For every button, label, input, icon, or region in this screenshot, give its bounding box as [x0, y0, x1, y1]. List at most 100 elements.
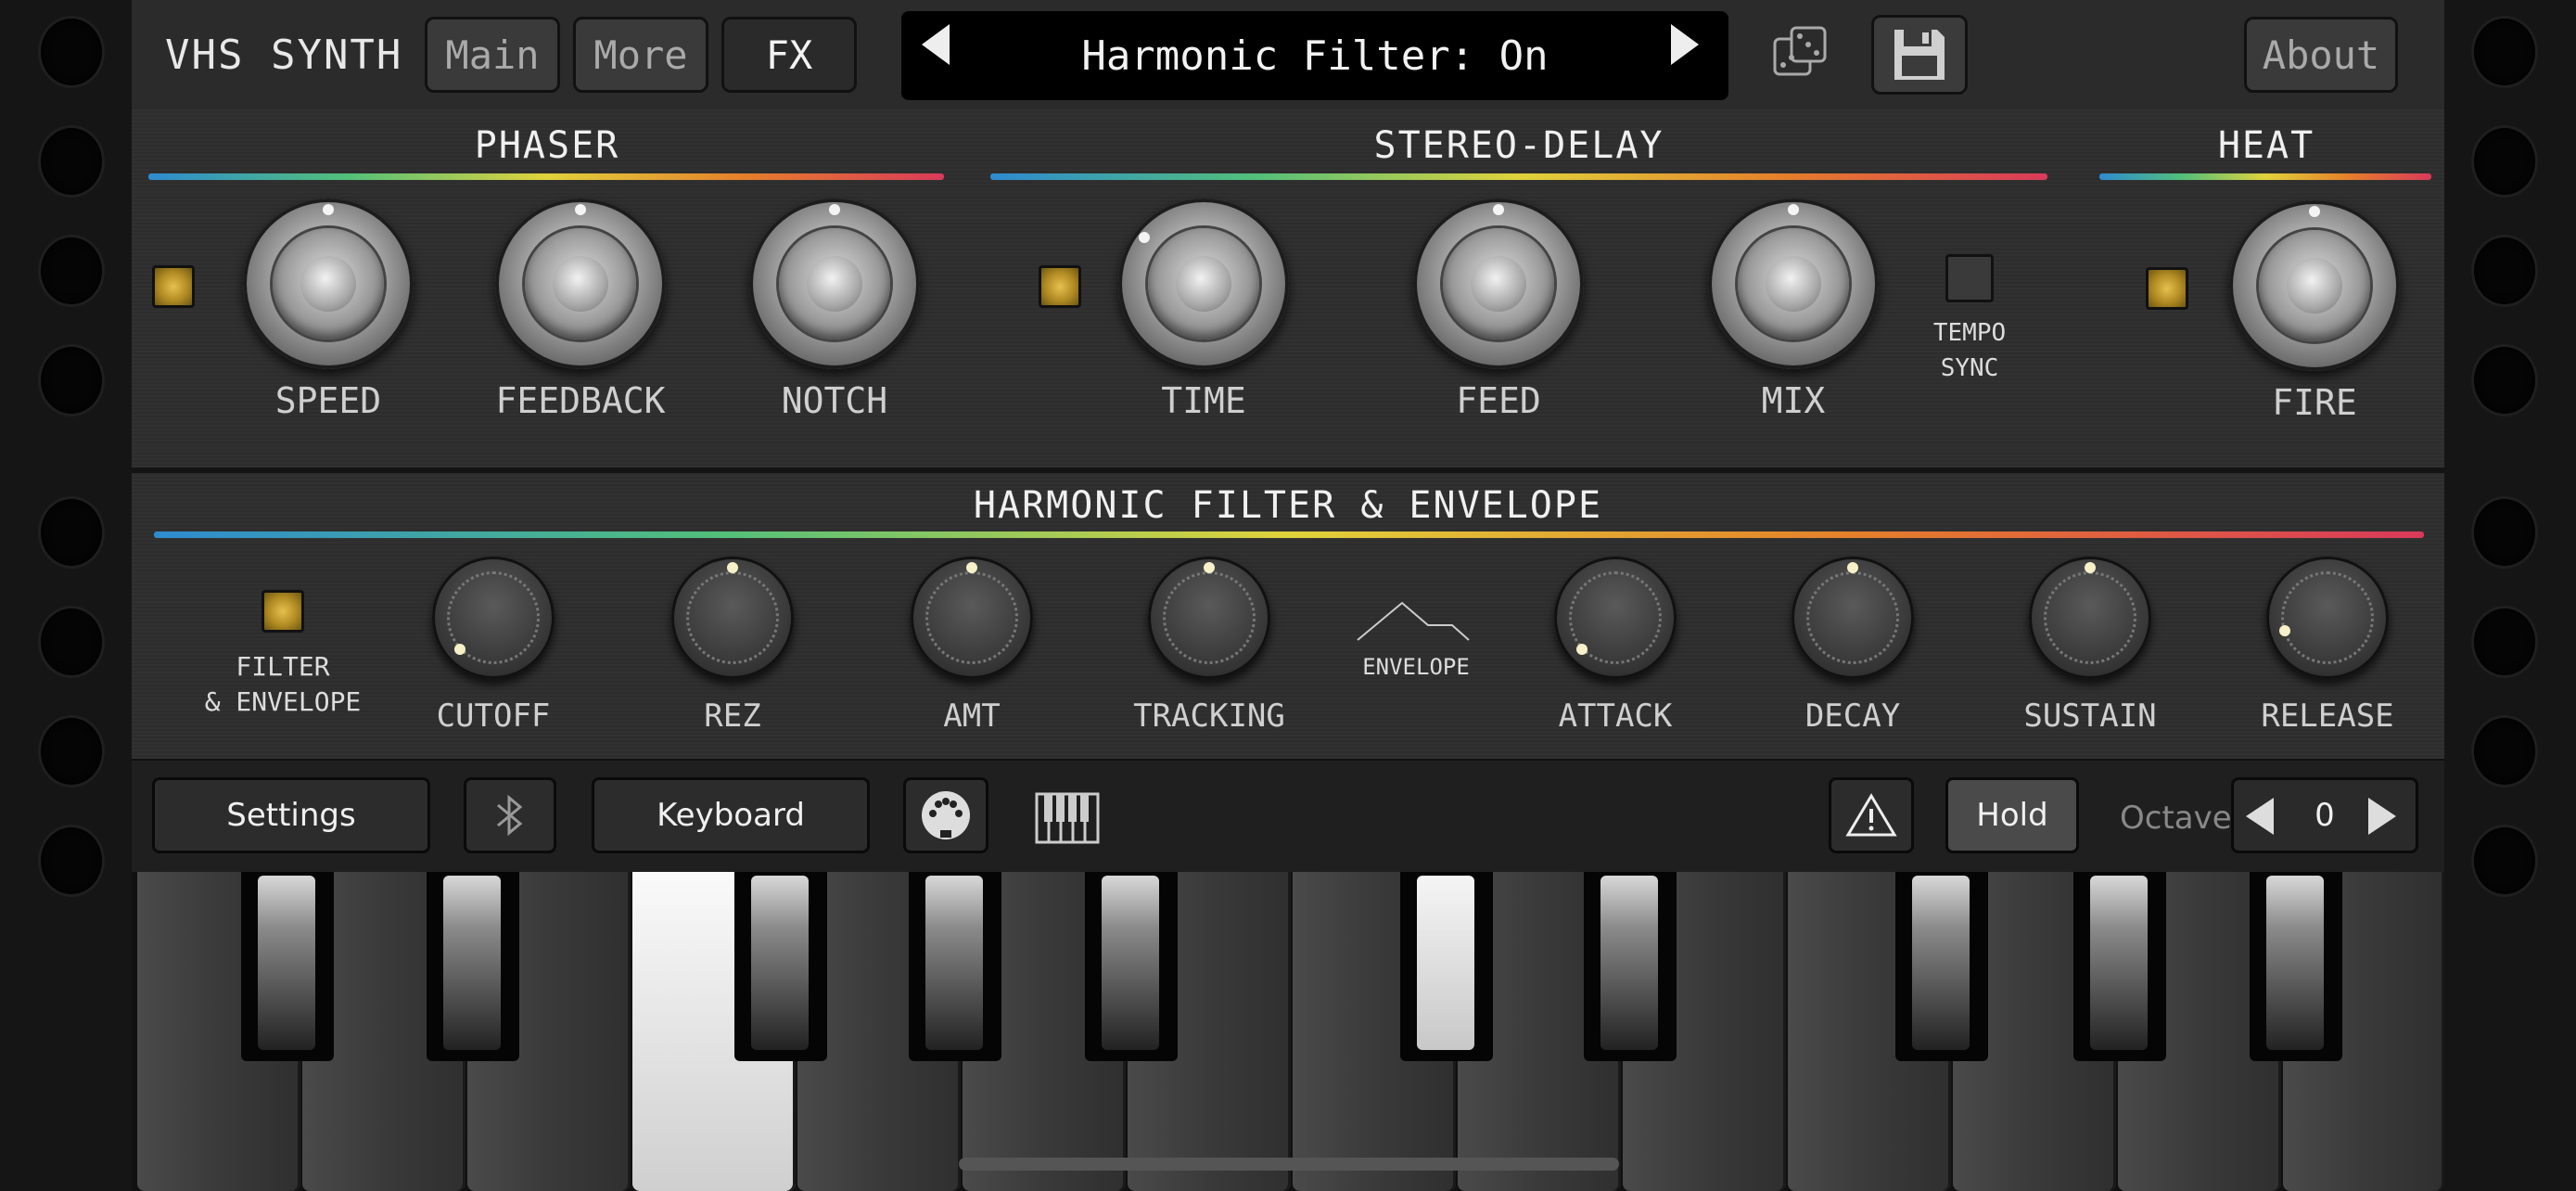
- cutoff-knob[interactable]: [432, 557, 555, 679]
- phaser-divider: [148, 173, 944, 180]
- stereo-delay-title: STEREO-DELAY: [1373, 124, 1664, 167]
- heat-fire-knob[interactable]: [2229, 200, 2400, 371]
- filter-envelope-toggle-label-line2: & ENVELOPE: [204, 686, 362, 717]
- rack-screw-hole: [2474, 827, 2535, 894]
- rack-screw-hole: [41, 347, 102, 414]
- tempo-sync-label-line2: SYNC: [1940, 354, 1999, 382]
- black-key[interactable]: [909, 872, 1001, 1061]
- phaser-notch-label: NOTCH: [781, 380, 888, 421]
- release-knob[interactable]: [2266, 557, 2389, 679]
- preset-prev-button[interactable]: [922, 24, 950, 74]
- rack-screw-hole: [2474, 347, 2535, 414]
- phaser-enable-toggle[interactable]: [152, 265, 195, 308]
- delay-mix-knob[interactable]: [1708, 198, 1879, 369]
- filter-envelope-toggle-label: FILTER & ENVELOPE: [187, 649, 378, 720]
- rez-knob[interactable]: [671, 557, 794, 679]
- rack-screw-hole: [41, 499, 102, 566]
- hold-button[interactable]: Hold: [1945, 777, 2079, 853]
- phaser-notch-knob[interactable]: [749, 198, 920, 369]
- filter-envelope-toggle-label-line1: FILTER: [236, 651, 330, 682]
- envelope-label: ENVELOPE: [1362, 654, 1470, 680]
- delay-feed-label: FEED: [1456, 380, 1541, 421]
- home-indicator[interactable]: [959, 1158, 1619, 1171]
- tracking-label: TRACKING: [1133, 698, 1285, 735]
- delay-time-label: TIME: [1161, 380, 1246, 421]
- heat-divider: [2099, 173, 2431, 180]
- top-bar: VHS SYNTH Main More FX Harmonic Filter: …: [132, 0, 2444, 111]
- black-key[interactable]: [2250, 872, 2342, 1061]
- heat-title: HEAT: [2217, 124, 2315, 167]
- octave-down-button[interactable]: [2246, 798, 2274, 839]
- filter-envelope-title: HARMONIC FILTER & ENVELOPE: [973, 484, 1603, 527]
- tab-fx[interactable]: FX: [721, 17, 857, 93]
- envelope-shape-icon: [1357, 601, 1470, 641]
- piano-icon: [1035, 792, 1100, 844]
- octave-up-button[interactable]: [2368, 798, 2396, 839]
- decay-knob[interactable]: [1792, 557, 1914, 679]
- delay-mix-label: MIX: [1761, 380, 1826, 421]
- bluetooth-icon: [497, 794, 523, 837]
- phaser-speed-label: SPEED: [274, 380, 382, 421]
- rack-screw-hole: [2474, 19, 2535, 85]
- keyboard-toolbar: Settings Keyboard Hold Octave 0: [132, 759, 2444, 874]
- triangle-left-icon: [2246, 798, 2274, 835]
- triangle-right-icon: [2368, 798, 2396, 835]
- black-key[interactable]: [2073, 872, 2166, 1061]
- settings-button[interactable]: Settings: [152, 777, 430, 853]
- rez-label: REZ: [704, 698, 761, 735]
- stereo-delay-enable-toggle[interactable]: [1039, 265, 1081, 308]
- tempo-sync-label: TEMPO SYNC: [1905, 315, 2034, 386]
- rack-screw-hole: [2474, 718, 2535, 785]
- piano-keyboard: [132, 872, 2444, 1191]
- rack-screw-hole: [41, 827, 102, 894]
- keyboard-button[interactable]: Keyboard: [592, 777, 870, 853]
- black-key[interactable]: [241, 872, 334, 1061]
- black-key[interactable]: [1895, 872, 1988, 1061]
- octave-label: Octave: [2120, 800, 2232, 837]
- octave-value: 0: [2315, 797, 2335, 834]
- piano-view-button[interactable]: [1035, 792, 1100, 848]
- black-key-pressed[interactable]: [1400, 872, 1493, 1061]
- black-key[interactable]: [1085, 872, 1178, 1061]
- tracking-knob[interactable]: [1148, 557, 1270, 679]
- triangle-right-icon: [1671, 24, 1699, 65]
- amt-knob[interactable]: [911, 557, 1033, 679]
- dice-icon: [1773, 26, 1827, 76]
- triangle-left-icon: [922, 24, 950, 65]
- fx-panel: PHASER SPEED FEEDBACK NOTCH STEREO-DELAY…: [132, 109, 2444, 473]
- bluetooth-button[interactable]: [464, 777, 556, 853]
- amt-label: AMT: [943, 698, 1001, 735]
- heat-enable-toggle[interactable]: [2146, 267, 2188, 310]
- rack-screw-hole: [2474, 499, 2535, 566]
- attack-knob[interactable]: [1554, 557, 1677, 679]
- randomize-button[interactable]: [1773, 26, 1829, 82]
- sustain-knob[interactable]: [2029, 557, 2151, 679]
- panic-warning-button[interactable]: [1829, 777, 1914, 853]
- rack-screw-hole: [41, 718, 102, 785]
- delay-feed-knob[interactable]: [1413, 198, 1584, 369]
- black-key[interactable]: [734, 872, 827, 1061]
- save-button[interactable]: [1871, 15, 1968, 95]
- tempo-sync-toggle[interactable]: [1945, 254, 1994, 302]
- black-key[interactable]: [427, 872, 519, 1061]
- phaser-feedback-knob[interactable]: [495, 198, 666, 369]
- about-button[interactable]: About: [2244, 17, 2398, 93]
- preset-next-button[interactable]: [1671, 24, 1699, 74]
- app-title: VHS SYNTH: [165, 32, 403, 79]
- tab-more[interactable]: More: [573, 17, 708, 93]
- filter-envelope-enable-toggle[interactable]: [261, 590, 304, 633]
- rack-screw-hole: [2474, 608, 2535, 675]
- rack-screw-hole: [41, 608, 102, 675]
- black-key[interactable]: [1584, 872, 1677, 1061]
- phaser-speed-knob[interactable]: [243, 198, 414, 369]
- phaser-title: PHASER: [474, 124, 620, 167]
- delay-time-knob[interactable]: [1118, 198, 1289, 369]
- filter-envelope-divider: [154, 531, 2424, 538]
- preset-display[interactable]: Harmonic Filter: On: [901, 11, 1728, 100]
- tempo-sync-label-line1: TEMPO: [1932, 319, 2007, 347]
- stereo-delay-divider: [990, 173, 2047, 180]
- tab-main[interactable]: Main: [425, 17, 560, 93]
- sustain-label: SUSTAIN: [2023, 698, 2157, 735]
- midi-button[interactable]: [903, 777, 988, 853]
- preset-name: Harmonic Filter: On: [1081, 32, 1549, 80]
